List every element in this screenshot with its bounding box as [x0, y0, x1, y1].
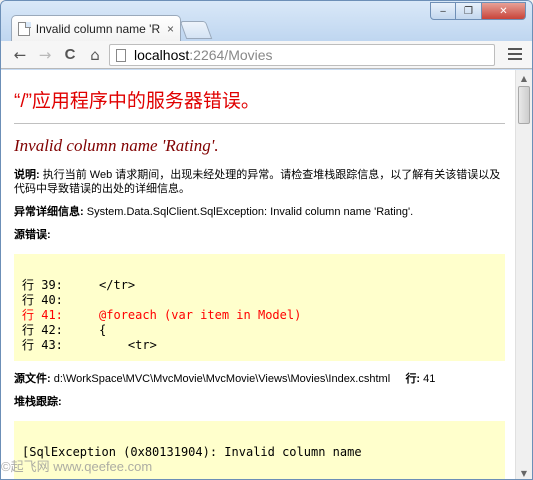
- source-error-label: 源错误:: [14, 229, 51, 241]
- divider: [14, 123, 505, 124]
- back-icon[interactable]: ←: [9, 44, 31, 66]
- code-line: 行 39: </tr>: [22, 278, 136, 292]
- browser-window: Invalid column name 'R × ‒ ❐ ✕ ← → C ⌂ l…: [0, 0, 533, 480]
- error-title: Invalid column name 'Rating'.: [14, 136, 219, 155]
- close-window-button[interactable]: ✕: [482, 2, 526, 20]
- browser-toolbar: ← → C ⌂ localhost:2264/Movies: [1, 41, 532, 69]
- active-tab[interactable]: Invalid column name 'R ×: [11, 15, 181, 42]
- exception-text: System.Data.SqlClient.SqlException: Inva…: [86, 206, 414, 218]
- stack-trace-label: 堆栈跟踪:: [14, 396, 62, 408]
- minimize-button[interactable]: ‒: [430, 2, 456, 20]
- scroll-up-icon[interactable]: ▲: [516, 70, 532, 86]
- source-file: 源文件: d:\WorkSpace\MVC\MvcMovie\MvcMovie\…: [14, 372, 505, 386]
- forward-icon[interactable]: →: [34, 44, 56, 66]
- address-bar[interactable]: localhost:2264/Movies: [109, 44, 495, 66]
- source-file-path: d:\WorkSpace\MVC\MvcMovie\MvcMovie\Views…: [53, 373, 391, 385]
- stack-trace-heading: 堆栈跟踪:: [14, 395, 505, 409]
- description-text: 执行当前 Web 请求期间，出现未经处理的异常。请检查堆栈跟踪信息，以了解有关该…: [14, 169, 501, 195]
- source-code-block: 行 39: </tr> 行 40: 行 41: @foreach (var item…: [14, 254, 505, 361]
- maximize-button[interactable]: ❐: [456, 2, 482, 20]
- page-icon: [18, 22, 31, 36]
- code-line: 行 42: {: [22, 323, 107, 337]
- description-label: 说明:: [14, 169, 40, 181]
- exception-details: 异常详细信息: System.Data.SqlClient.SqlExcepti…: [14, 205, 505, 219]
- menu-icon[interactable]: [508, 47, 522, 61]
- line-number: 41: [423, 373, 436, 385]
- scroll-down-icon[interactable]: ▼: [516, 465, 532, 479]
- tab-close-icon[interactable]: ×: [167, 22, 174, 36]
- code-line-error: 行 41: @foreach (var item in Model): [22, 308, 302, 322]
- code-line: 行 40:: [22, 293, 63, 307]
- source-file-label: 源文件:: [14, 373, 51, 385]
- source-error-heading: 源错误:: [14, 228, 505, 242]
- url-host: localhost: [134, 47, 190, 63]
- scrollbar-thumb[interactable]: [518, 86, 530, 124]
- description: 说明: 执行当前 Web 请求期间，出现未经处理的异常。请检查堆栈跟踪信息，以了…: [14, 168, 505, 196]
- home-icon[interactable]: ⌂: [84, 44, 106, 66]
- page-icon: [116, 48, 126, 62]
- page-header: “/”应用程序中的服务器错误。: [14, 91, 260, 112]
- page-viewport: “/”应用程序中的服务器错误。 Invalid column name 'Rat…: [1, 70, 515, 479]
- reload-icon[interactable]: C: [59, 44, 81, 66]
- vertical-scrollbar[interactable]: ▲ ▼: [515, 70, 532, 479]
- watermark: ©起飞网 www.qeefee.com: [1, 459, 153, 474]
- tab-title: Invalid column name 'R: [35, 22, 161, 36]
- new-tab-button[interactable]: [179, 21, 213, 39]
- tab-strip: Invalid column name 'R × ‒ ❐ ✕: [1, 1, 532, 42]
- window-controls: ‒ ❐ ✕: [430, 2, 526, 20]
- line-label: 行:: [405, 373, 421, 385]
- code-line: 行 43: <tr>: [22, 338, 157, 352]
- url-path: :2264/Movies: [189, 47, 273, 63]
- exception-label: 异常详细信息:: [14, 206, 84, 218]
